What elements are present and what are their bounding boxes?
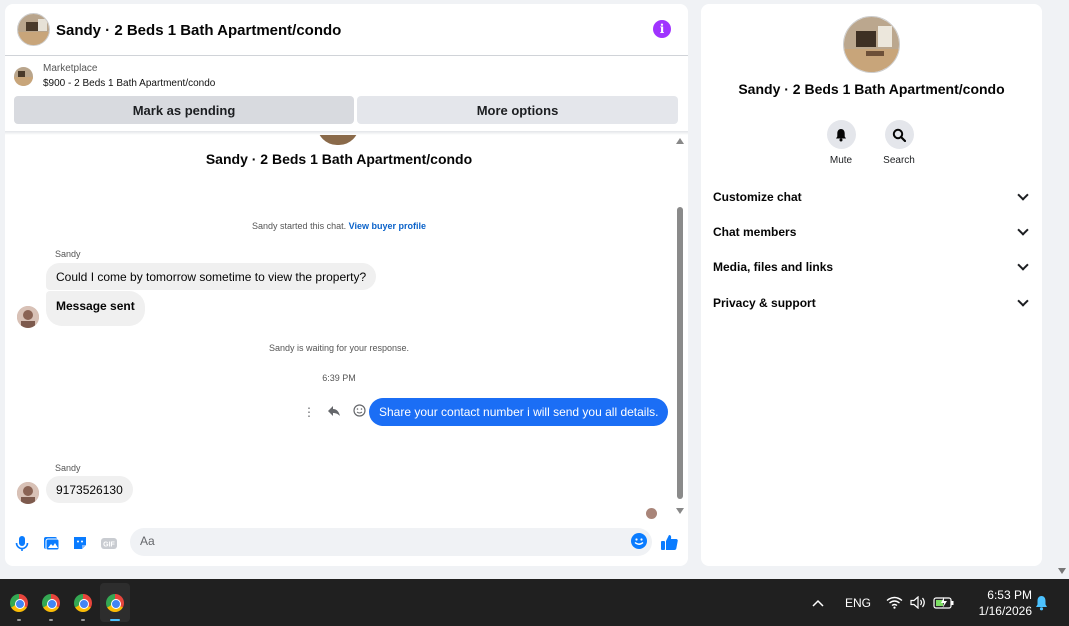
battery-charging-icon[interactable] (933, 579, 955, 626)
message-scrollbar[interactable] (675, 135, 685, 518)
info-icon[interactable]: i (653, 20, 671, 38)
search-icon[interactable] (884, 120, 914, 149)
language-indicator[interactable]: ENG (845, 579, 871, 626)
section-label: Chat members (713, 225, 797, 239)
mark-as-pending-button[interactable]: Mark as pending (14, 96, 354, 124)
privacy-support-section[interactable]: Privacy & support (713, 293, 1031, 313)
message-timestamp: 6:39 PM (322, 373, 356, 383)
emoji-icon[interactable] (630, 532, 648, 550)
photo-icon[interactable] (42, 534, 60, 552)
chat-panel: Sandy · 2 Beds 1 Bath Apartment/condo i … (5, 4, 688, 566)
message-input-box[interactable] (130, 528, 652, 556)
taskbar: ENG 6:53 PM 1/16/2026 (0, 579, 1069, 626)
microphone-icon[interactable] (13, 534, 31, 552)
taskbar-chrome-app[interactable] (36, 583, 66, 622)
media-files-links-section[interactable]: Media, files and links (713, 257, 1031, 277)
volume-icon[interactable] (910, 579, 926, 626)
reply-icon[interactable] (327, 405, 341, 420)
chat-started-notice: Sandy started this chat. View buyer prof… (5, 221, 673, 231)
chat-started-text: Sandy started this chat. (252, 221, 347, 231)
scroll-up-arrow-icon[interactable] (676, 138, 684, 144)
taskbar-chrome-app[interactable] (4, 583, 34, 622)
sender-name: Sandy (55, 249, 81, 259)
chevron-down-icon (1017, 189, 1029, 201)
more-options-button[interactable]: More options (357, 96, 678, 124)
marketplace-thumbnail[interactable] (14, 67, 33, 86)
chrome-icon (74, 594, 92, 612)
chat-members-section[interactable]: Chat members (713, 222, 1031, 242)
clock-date: 1/16/2026 (978, 604, 1032, 618)
scroll-thumb[interactable] (677, 207, 683, 499)
message-composer: GIF (5, 523, 688, 563)
customize-chat-section[interactable]: Customize chat (713, 187, 1031, 207)
chat-header: Sandy · 2 Beds 1 Bath Apartment/condo i (5, 4, 688, 56)
chrome-icon (10, 594, 28, 612)
thread-avatar (317, 135, 359, 145)
svg-text:GIF: GIF (103, 542, 115, 549)
notification-bell-icon[interactable] (1034, 579, 1049, 626)
message-sent-bubble[interactable]: Message sent (46, 291, 145, 326)
react-icon[interactable] (353, 404, 366, 420)
running-indicator (110, 619, 120, 621)
thread-title: Sandy · 2 Beds 1 Bath Apartment/condo (205, 151, 473, 167)
chat-info-panel: Sandy · 2 Beds 1 Bath Apartment/condo Mu… (701, 4, 1042, 566)
chrome-icon (106, 594, 124, 612)
sticker-icon[interactable] (71, 534, 89, 552)
section-label: Privacy & support (713, 296, 816, 310)
view-buyer-profile-link[interactable]: View buyer profile (349, 221, 426, 231)
chevron-down-icon (1017, 259, 1029, 271)
scroll-down-arrow-icon[interactable] (676, 508, 684, 514)
waiting-notice: Sandy is waiting for your response. (268, 343, 410, 353)
mute-button[interactable]: Mute (816, 120, 866, 166)
clock-time: 6:53 PM (987, 588, 1032, 602)
listing-avatar[interactable] (17, 13, 50, 46)
section-label: Customize chat (713, 190, 802, 204)
listing-avatar-large[interactable] (843, 16, 900, 73)
seen-indicator-avatar (646, 508, 657, 519)
search-label: Search (883, 155, 915, 166)
sender-avatar[interactable] (17, 306, 39, 328)
more-actions-icon[interactable]: ⋮ (303, 405, 315, 419)
show-hidden-icons-icon[interactable] (812, 579, 824, 626)
bell-icon[interactable] (826, 120, 856, 149)
marketplace-label: Marketplace (43, 63, 98, 74)
info-panel-title: Sandy · 2 Beds 1 Bath Apartment/condo (738, 81, 1005, 97)
clock[interactable]: 6:53 PM 1/16/2026 (966, 587, 1032, 619)
sender-avatar[interactable] (17, 482, 39, 504)
incoming-message[interactable]: 9173526130 (46, 476, 133, 503)
section-label: Media, files and links (713, 260, 834, 274)
incoming-message[interactable]: Could I come by tomorrow sometime to vie… (46, 263, 377, 290)
search-button[interactable]: Search (874, 120, 924, 166)
mute-label: Mute (829, 155, 853, 166)
message-input[interactable] (140, 534, 610, 548)
sender-name: Sandy (55, 463, 81, 473)
chat-title[interactable]: Sandy · 2 Beds 1 Bath Apartment/condo (56, 22, 341, 39)
running-indicator (49, 619, 53, 621)
running-indicator (17, 619, 21, 621)
message-list[interactable]: Sandy · 2 Beds 1 Bath Apartment/condo Sa… (5, 135, 688, 521)
message-actions: ⋮ (303, 404, 366, 420)
taskbar-chrome-app[interactable] (68, 583, 98, 622)
chevron-down-icon (1017, 224, 1029, 236)
chevron-down-icon (1017, 295, 1029, 307)
outgoing-message[interactable]: Share your contact number i will send yo… (369, 398, 669, 426)
taskbar-chrome-app-active[interactable] (100, 583, 130, 622)
listing-summary[interactable]: $900 - 2 Beds 1 Bath Apartment/condo (43, 78, 215, 89)
like-icon[interactable] (660, 533, 678, 551)
page-scroll-down-icon[interactable] (1058, 568, 1066, 574)
running-indicator (81, 619, 85, 621)
gif-icon[interactable]: GIF (100, 534, 118, 552)
chrome-icon (42, 594, 60, 612)
wifi-icon[interactable] (886, 579, 903, 626)
